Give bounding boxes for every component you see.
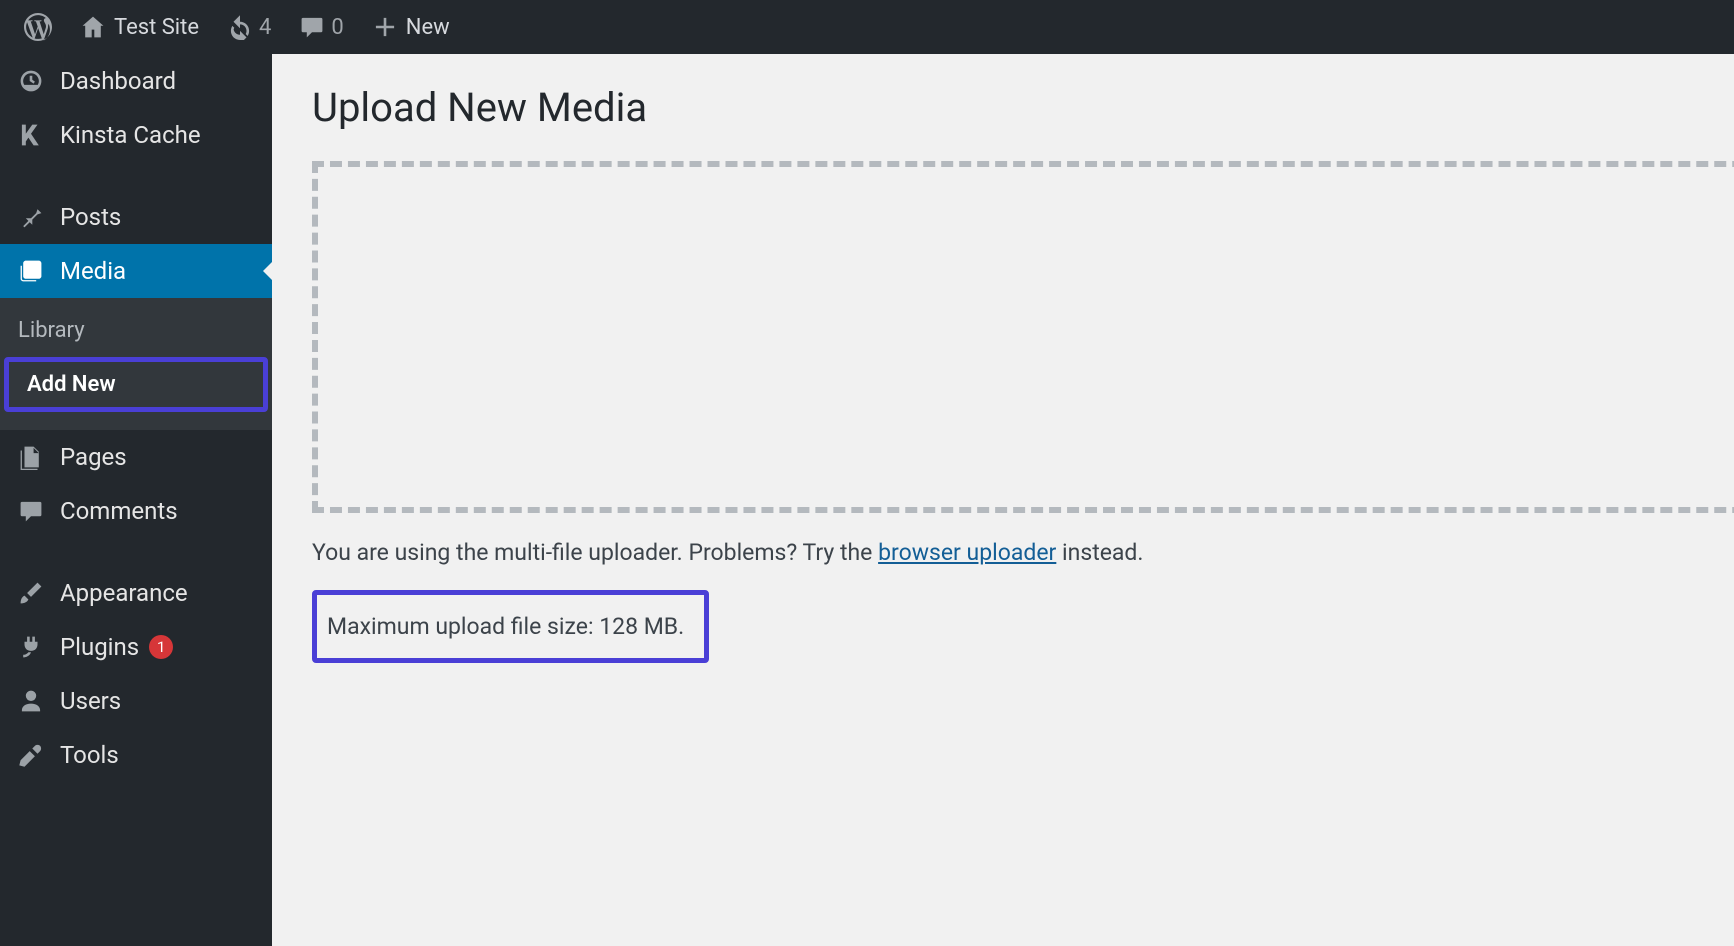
browser-uploader-link[interactable]: browser uploader	[878, 539, 1056, 566]
comment-icon	[299, 14, 325, 40]
sidebar-item-comments[interactable]: Comments	[0, 484, 272, 538]
site-title: Test Site	[114, 15, 199, 40]
drop-or-text: or	[1703, 319, 1734, 344]
pin-icon	[16, 202, 46, 232]
sidebar-item-posts[interactable]: Posts	[0, 190, 272, 244]
admin-sidebar: Dashboard Kinsta Cache Posts Media Libra…	[0, 54, 272, 946]
comments-link[interactable]: 0	[285, 0, 357, 54]
sidebar-item-dashboard[interactable]: Dashboard	[0, 54, 272, 108]
sidebar-label: Tools	[60, 741, 119, 769]
pages-icon	[16, 442, 46, 472]
comments-icon	[16, 496, 46, 526]
sidebar-item-kinsta[interactable]: Kinsta Cache	[0, 108, 272, 162]
sidebar-label: Plugins	[60, 633, 139, 661]
comments-count: 0	[331, 15, 343, 40]
sidebar-item-plugins[interactable]: Plugins 1	[0, 620, 272, 674]
new-label: New	[406, 15, 450, 40]
media-icon	[16, 256, 46, 286]
refresh-icon	[227, 14, 253, 40]
info-suffix: instead.	[1056, 539, 1143, 566]
max-upload-size: Maximum upload file size: 128 MB.	[312, 590, 709, 663]
wp-logo[interactable]	[10, 0, 66, 54]
submenu-library[interactable]: Library	[0, 308, 272, 353]
brush-icon	[16, 578, 46, 608]
sidebar-label: Kinsta Cache	[60, 121, 201, 149]
home-icon	[80, 14, 106, 40]
wordpress-icon	[24, 13, 52, 41]
plug-icon	[16, 632, 46, 662]
sidebar-item-pages[interactable]: Pages	[0, 430, 272, 484]
sidebar-label: Dashboard	[60, 67, 176, 95]
site-link[interactable]: Test Site	[66, 0, 213, 54]
kinsta-icon	[16, 120, 46, 150]
sidebar-label: Pages	[60, 443, 127, 471]
plugins-badge: 1	[149, 635, 173, 659]
plus-icon	[372, 14, 398, 40]
admin-bar: Test Site 4 0 New	[0, 0, 1734, 54]
user-icon	[16, 686, 46, 716]
sidebar-label: Posts	[60, 203, 121, 231]
sidebar-item-media[interactable]: Media	[0, 244, 272, 298]
sidebar-label: Media	[60, 257, 126, 285]
sidebar-item-users[interactable]: Users	[0, 674, 272, 728]
drop-heading: Drop files here	[1703, 265, 1734, 305]
page-title: Upload New Media	[312, 84, 1694, 131]
updates-link[interactable]: 4	[213, 0, 285, 54]
media-submenu: Library Add New	[0, 298, 272, 430]
submenu-add-new[interactable]: Add New	[4, 357, 268, 412]
uploader-info: You are using the multi-file uploader. P…	[312, 539, 1694, 566]
sidebar-item-appearance[interactable]: Appearance	[0, 566, 272, 620]
upload-dropzone[interactable]: Drop files here or Select Files	[312, 161, 1734, 513]
sidebar-item-tools[interactable]: Tools	[0, 728, 272, 782]
dashboard-icon	[16, 66, 46, 96]
main-content: Upload New Media Drop files here or Sele…	[272, 54, 1734, 946]
sidebar-label: Comments	[60, 497, 178, 525]
sidebar-label: Users	[60, 687, 121, 715]
wrench-icon	[16, 740, 46, 770]
updates-count: 4	[259, 15, 271, 40]
info-prefix: You are using the multi-file uploader. P…	[312, 539, 878, 566]
new-content[interactable]: New	[358, 0, 464, 54]
sidebar-label: Appearance	[60, 579, 188, 607]
